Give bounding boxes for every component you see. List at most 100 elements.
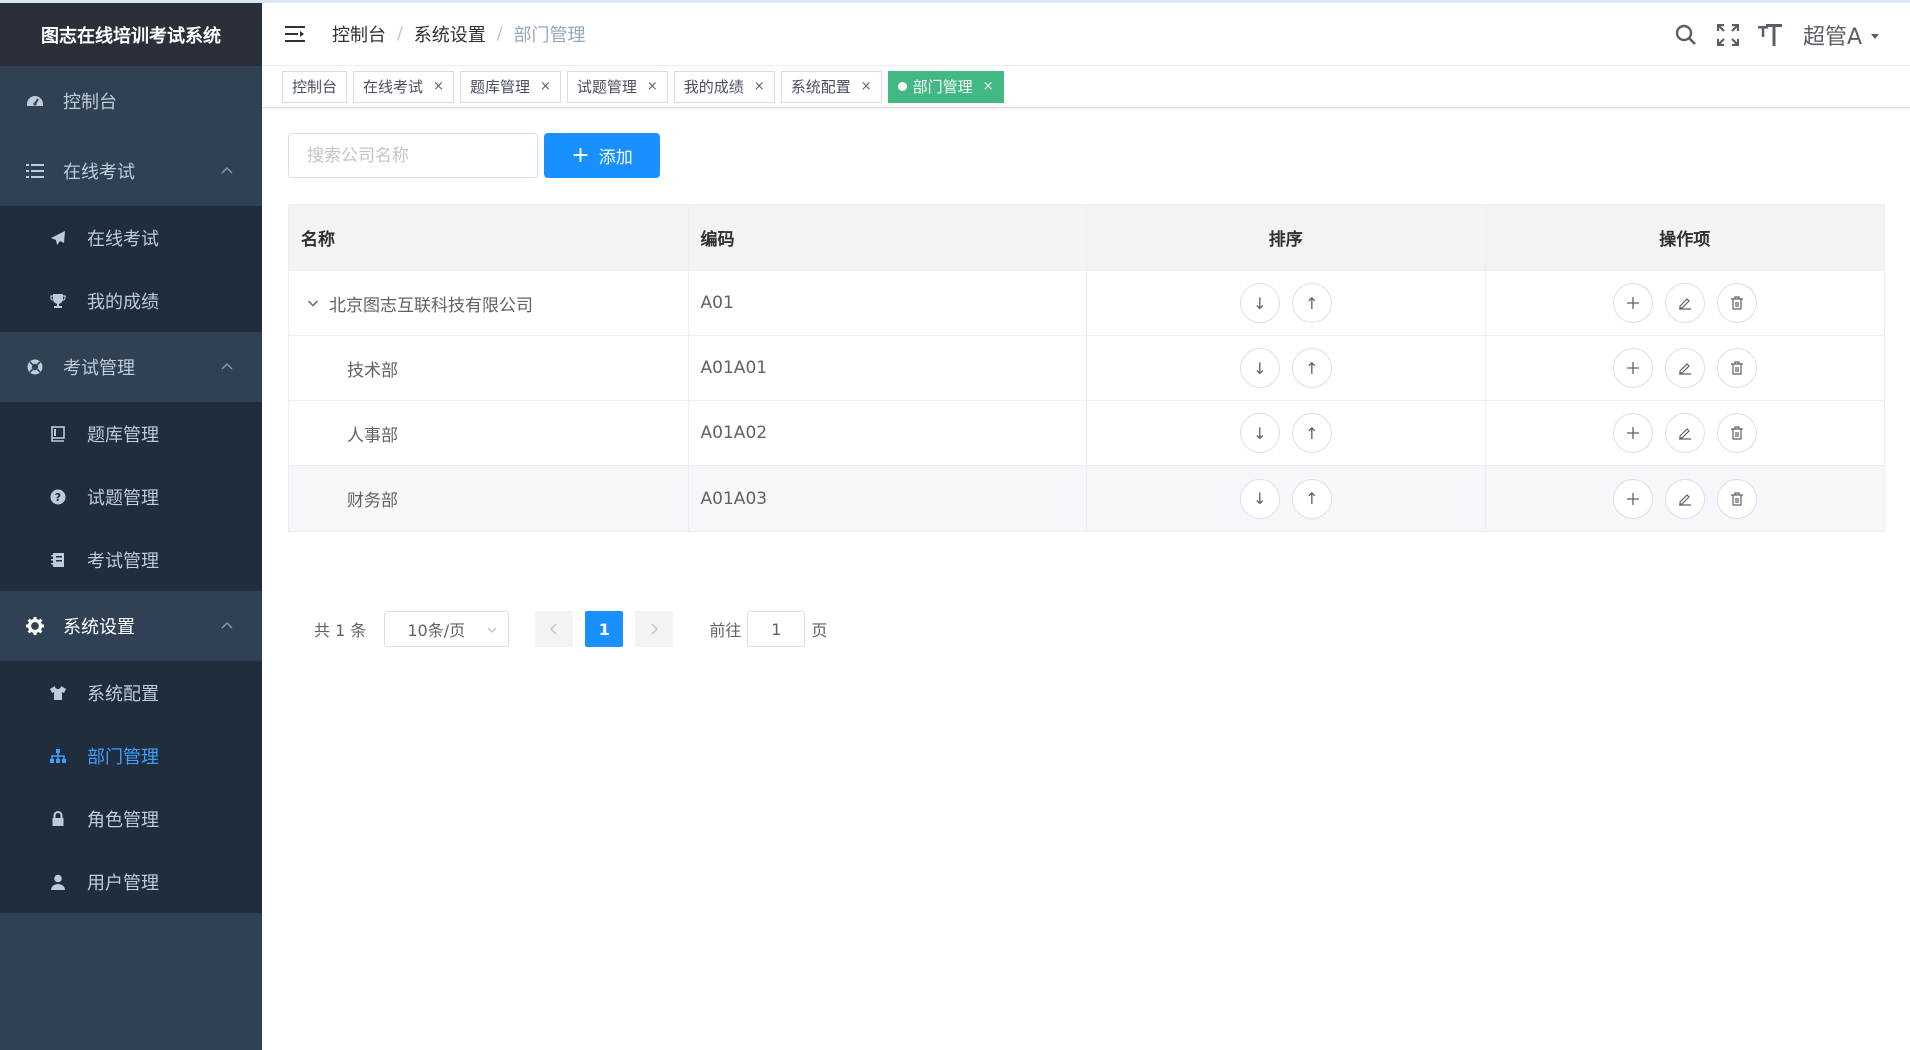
sort-cell: ↓ ↑ <box>1087 401 1486 465</box>
breadcrumb-item-dashboard[interactable]: 控制台 <box>332 21 386 47</box>
arrow-down-icon: ↓ <box>1253 489 1267 508</box>
menu-fold-icon[interactable] <box>282 20 310 48</box>
chevron-down-icon <box>487 627 497 633</box>
tag-online-exam[interactable]: 在线考试 × <box>353 70 454 103</box>
department-table: 名称 编码 排序 操作项 北京图志互联科技有限公司 A01 ↓ ↑ 技术部 A0… <box>288 204 1885 532</box>
move-down-button[interactable]: ↓ <box>1239 413 1280 453</box>
fullscreen-icon[interactable] <box>1715 22 1741 48</box>
company-search-input[interactable] <box>288 133 538 178</box>
move-up-button[interactable]: ↑ <box>1291 283 1332 323</box>
move-down-button[interactable]: ↓ <box>1239 478 1280 519</box>
tag-department-management[interactable]: 部门管理 × <box>887 70 1004 103</box>
department-name: 技术部 <box>347 360 398 381</box>
next-page-button[interactable] <box>635 611 674 647</box>
caret-down-icon[interactable] <box>1870 30 1880 40</box>
sort-cell: ↓ ↑ <box>1087 466 1486 531</box>
tag-my-scores[interactable]: 我的成绩 × <box>673 70 775 103</box>
question-circle-icon: ? <box>49 488 67 506</box>
column-header-sort: 排序 <box>1087 205 1486 270</box>
sidebar-item-label: 部门管理 <box>87 746 159 768</box>
submenu-exam-management: 题库管理 ? 试题管理 考试管理 <box>0 402 262 591</box>
delete-button[interactable] <box>1716 413 1757 453</box>
table-row[interactable]: 人事部 A01A02 ↓ ↑ <box>289 401 1884 466</box>
gear-icon <box>25 616 45 636</box>
breadcrumb: 控制台 / 系统设置 / 部门管理 <box>332 21 585 47</box>
plus-icon <box>1626 492 1639 505</box>
move-up-button[interactable]: ↑ <box>1291 478 1332 519</box>
goto-page-input[interactable]: 1 <box>747 611 806 647</box>
search-icon[interactable] <box>1673 22 1699 48</box>
sidebar-item-label: 角色管理 <box>87 809 159 831</box>
edit-button[interactable] <box>1664 478 1705 519</box>
tag-question-management[interactable]: 试题管理 × <box>566 70 668 103</box>
tag-system-config[interactable]: 系统配置 × <box>780 70 882 103</box>
sidebar-item-department-management[interactable]: 部门管理 <box>0 724 262 787</box>
column-header-code: 编码 <box>689 205 1088 270</box>
move-down-button[interactable]: ↓ <box>1239 348 1280 388</box>
sidebar-item-dashboard[interactable]: 控制台 <box>0 66 262 136</box>
page-number-current[interactable]: 1 <box>585 611 624 647</box>
lock-icon <box>49 810 67 828</box>
move-up-button[interactable]: ↑ <box>1291 413 1332 453</box>
close-icon[interactable]: × <box>433 79 444 94</box>
move-up-button[interactable]: ↑ <box>1291 348 1332 388</box>
tag-label: 控制台 <box>292 78 338 96</box>
edit-icon <box>1678 493 1691 506</box>
sitemap-icon <box>49 747 67 765</box>
tag-dashboard[interactable]: 控制台 <box>282 70 348 103</box>
edit-button[interactable] <box>1664 413 1705 453</box>
table-row[interactable]: 技术部 A01A01 ↓ ↑ <box>289 336 1884 401</box>
goto-prefix: 前往 <box>709 621 742 640</box>
sidebar-item-my-scores[interactable]: 我的成绩 <box>0 269 262 332</box>
close-icon[interactable]: × <box>983 79 994 94</box>
move-down-button[interactable]: ↓ <box>1239 283 1280 323</box>
arrow-down-icon: ↓ <box>1253 358 1267 378</box>
sidebar-item-exam-management[interactable]: 考试管理 <box>0 528 262 591</box>
sidebar-group-online-exam[interactable]: 在线考试 <box>0 136 262 206</box>
sidebar-item-online-exam[interactable]: 在线考试 <box>0 206 262 269</box>
app-logo-title[interactable]: 图志在线培训考试系统 <box>0 3 262 66</box>
table-row[interactable]: 北京图志互联科技有限公司 A01 ↓ ↑ <box>289 271 1884 336</box>
close-icon[interactable]: × <box>861 79 872 94</box>
edit-icon <box>1678 298 1691 310</box>
breadcrumb-item-system-settings[interactable]: 系统设置 <box>414 21 486 47</box>
add-child-button[interactable] <box>1612 348 1653 388</box>
close-icon[interactable]: × <box>754 79 765 94</box>
plus-icon: + <box>571 142 590 168</box>
prev-page-button[interactable] <box>535 611 574 647</box>
paper-plane-icon <box>49 229 67 247</box>
actions-cell <box>1486 336 1884 400</box>
close-icon[interactable]: × <box>540 79 551 94</box>
add-button[interactable]: + 添加 <box>544 133 660 178</box>
delete-button[interactable] <box>1716 478 1757 519</box>
sidebar-item-question-management[interactable]: ? 试题管理 <box>0 465 262 528</box>
main-content: + 添加 名称 编码 排序 操作项 北京图志互联科技有限公司 A01 ↓ ↑ <box>262 108 1910 1050</box>
submenu-system-settings: 系统配置 部门管理 角色管理 用户管理 <box>0 661 262 913</box>
delete-icon <box>1730 296 1743 310</box>
tree-expand-icon[interactable] <box>305 295 321 311</box>
edit-button[interactable] <box>1664 283 1705 323</box>
add-child-button[interactable] <box>1612 283 1653 323</box>
tag-question-bank[interactable]: 题库管理 × <box>459 70 561 103</box>
page-size-select[interactable]: 10条/页 <box>384 611 510 647</box>
sidebar-item-system-config[interactable]: 系统配置 <box>0 661 262 724</box>
delete-button[interactable] <box>1716 283 1757 323</box>
sidebar-item-user-management[interactable]: 用户管理 <box>0 850 262 913</box>
user-name[interactable]: 超管A <box>1803 19 1862 51</box>
svg-text:?: ? <box>55 491 61 504</box>
add-child-button[interactable] <box>1612 413 1653 453</box>
delete-button[interactable] <box>1716 348 1757 388</box>
sidebar-item-role-management[interactable]: 角色管理 <box>0 787 262 850</box>
sidebar-group-exam-management[interactable]: 考试管理 <box>0 332 262 402</box>
close-icon[interactable]: × <box>647 79 658 94</box>
add-child-button[interactable] <box>1612 478 1653 519</box>
font-size-icon[interactable] <box>1757 22 1783 48</box>
sidebar-group-system-settings[interactable]: 系统设置 <box>0 591 262 661</box>
arrow-up-icon: ↑ <box>1305 293 1319 313</box>
arrow-up-icon: ↑ <box>1305 358 1319 378</box>
table-row[interactable]: 财务部 A01A03 ↓ ↑ <box>289 466 1884 531</box>
sidebar-item-question-bank[interactable]: 题库管理 <box>0 402 262 465</box>
delete-icon <box>1730 361 1743 375</box>
edit-button[interactable] <box>1664 348 1705 388</box>
tag-label: 题库管理 <box>469 78 530 96</box>
